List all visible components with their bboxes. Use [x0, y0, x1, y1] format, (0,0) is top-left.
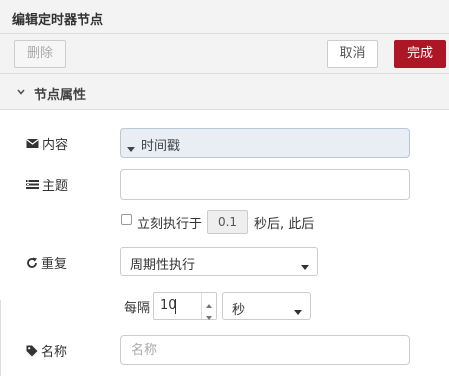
unit-select-value: 秒: [232, 303, 246, 318]
dialog-title: 编辑定时器节点: [12, 13, 104, 28]
name-label-text: 名称: [41, 345, 68, 360]
topic-input[interactable]: [120, 169, 410, 200]
done-button[interactable]: 完成: [394, 40, 446, 68]
dialog-titlebar: 编辑定时器节点: [0, 0, 449, 34]
tag-icon: [26, 345, 38, 356]
scroll-rail: [0, 300, 7, 376]
repeat-select-value: 周期性执行: [130, 258, 196, 273]
cancel-button[interactable]: 取消: [327, 40, 378, 68]
envelope-icon: [26, 139, 39, 148]
once-checkbox[interactable]: [121, 214, 132, 225]
section-node-properties[interactable]: 节点属性: [0, 74, 449, 110]
once-suffix: 秒后, 此后: [254, 217, 315, 232]
topic-label: 主题: [26, 175, 68, 194]
every-label: 每隔: [124, 301, 151, 316]
caret-down-icon: [301, 259, 309, 274]
payload-label-text: 内容: [42, 138, 69, 153]
repeat-select[interactable]: 周期性执行: [120, 247, 318, 276]
name-field[interactable]: [120, 335, 410, 365]
list-icon: [26, 180, 39, 189]
payload-type-value: 时间戳: [141, 139, 181, 154]
payload-type-field[interactable]: 时间戳: [120, 128, 410, 158]
payload-label: 内容: [26, 134, 68, 153]
repeat-label-text: 重复: [41, 257, 68, 272]
once-delay-input[interactable]: 0.1: [207, 210, 248, 234]
caret-down-icon: [127, 141, 135, 156]
repeat-label: 重复: [26, 253, 67, 272]
caret-down-icon: [294, 304, 302, 319]
name-label: 名称: [26, 341, 67, 360]
topic-label-text: 主题: [42, 179, 69, 194]
interval-spinner[interactable]: 10: [153, 292, 217, 320]
unit-select[interactable]: 秒: [222, 292, 311, 320]
chevron-down-icon: [16, 86, 26, 101]
section-label: 节点属性: [34, 88, 87, 103]
spinner-buttons: [201, 293, 216, 320]
delete-button[interactable]: 删除: [14, 40, 66, 68]
text-cursor: [175, 299, 176, 314]
spinner-down-icon[interactable]: [206, 309, 212, 324]
once-prefix: 立刻执行于: [137, 217, 203, 232]
dialog-toolbar: 删除 取消 完成: [0, 34, 449, 74]
name-input[interactable]: [129, 342, 403, 359]
refresh-icon: [27, 257, 37, 268]
